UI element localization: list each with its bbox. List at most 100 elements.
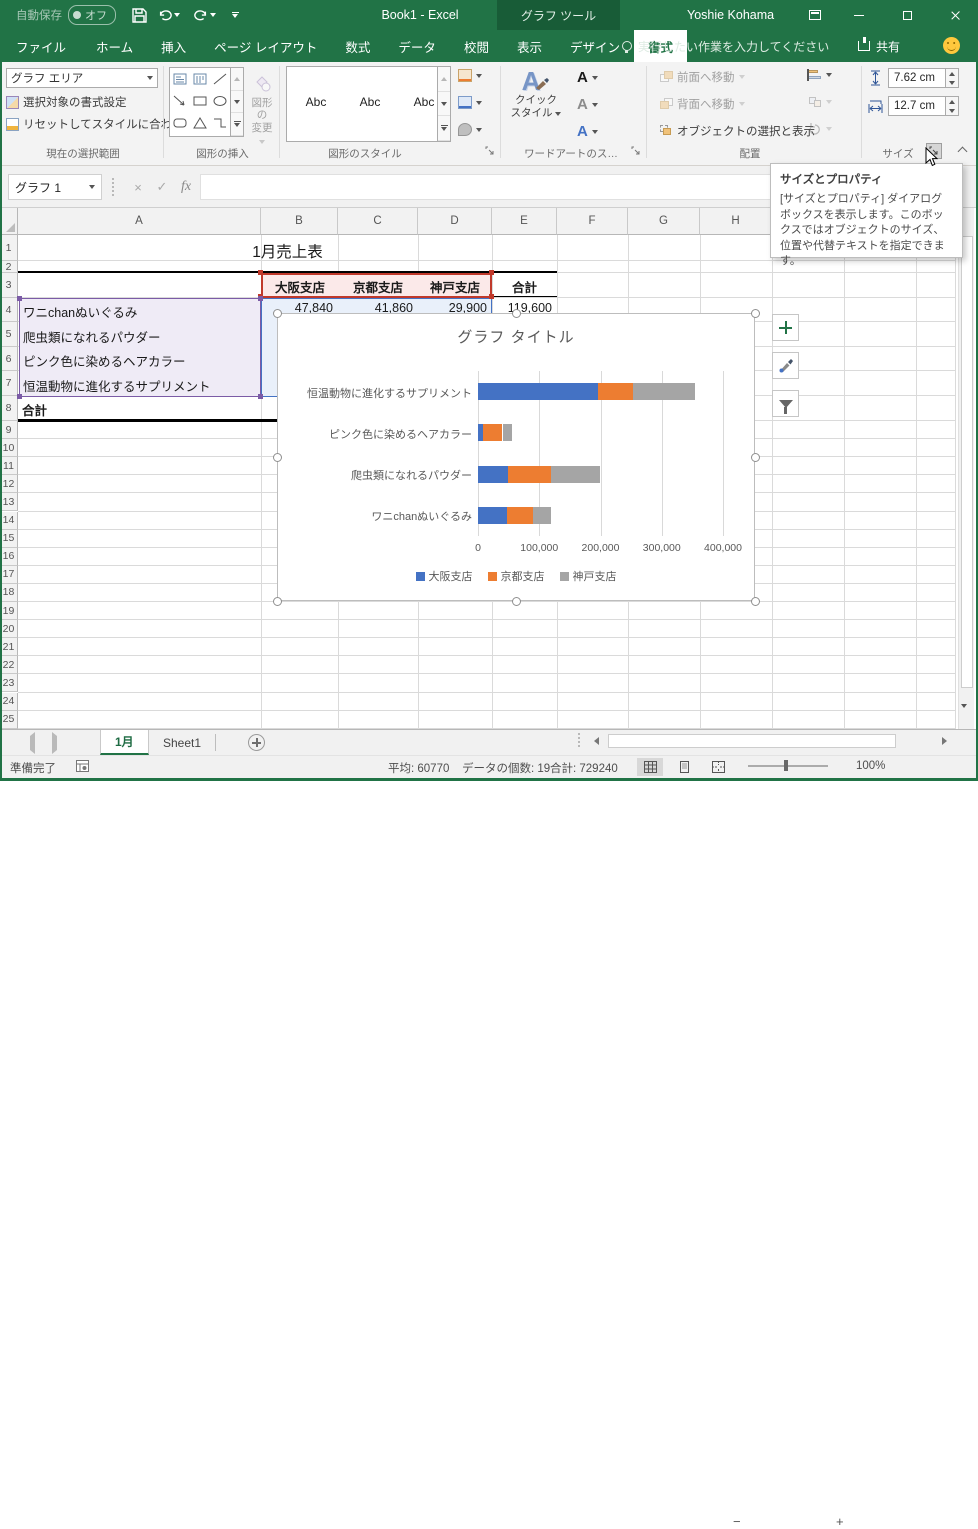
tab-data[interactable]: データ xyxy=(384,30,450,62)
shape-gallery-scroll[interactable] xyxy=(230,67,244,137)
zoom-out-button[interactable]: − xyxy=(733,1514,741,1529)
row-header-14[interactable]: 14 xyxy=(0,511,18,530)
new-sheet-button[interactable] xyxy=(248,734,265,751)
ribbon-display-options-button[interactable] xyxy=(798,0,832,30)
column-header-H[interactable]: H xyxy=(700,208,772,235)
range-handle[interactable] xyxy=(17,394,22,399)
format-selection-button[interactable]: 選択対象の書式設定 xyxy=(6,94,127,110)
zoom-level[interactable]: 100% xyxy=(856,760,885,772)
maximize-button[interactable] xyxy=(890,0,924,30)
chart-resize-handle-w[interactable] xyxy=(272,452,282,462)
row-header-1[interactable]: 1 xyxy=(0,235,18,261)
chart-title[interactable]: グラフ タイトル xyxy=(278,326,754,347)
row-header-15[interactable]: 15 xyxy=(0,529,18,548)
bar-segment-神戸支店[interactable] xyxy=(550,465,601,483)
close-button[interactable] xyxy=(938,0,972,30)
shape-textbox-horizontal-icon[interactable] xyxy=(170,68,190,90)
bar-segment-京都支店[interactable] xyxy=(507,465,551,483)
shape-gallery[interactable] xyxy=(169,67,231,137)
sheet-tab-sheet1[interactable]: Sheet1 xyxy=(149,730,215,755)
shape-styles-scroll[interactable] xyxy=(437,66,451,142)
shape-rounded-rectangle-icon[interactable] xyxy=(170,112,190,134)
shape-gallery-more[interactable] xyxy=(231,113,243,137)
shape-textbox-vertical-icon[interactable] xyxy=(190,68,210,90)
range-handle[interactable] xyxy=(489,294,494,299)
horizontal-scroll-left-arrow[interactable] xyxy=(594,737,599,745)
chart-filters-button[interactable] xyxy=(772,390,799,417)
row-header-16[interactable]: 16 xyxy=(0,547,18,566)
cell-total-row-label[interactable]: 合計 xyxy=(22,400,47,419)
bar-segment-大阪支店[interactable] xyxy=(478,465,508,483)
row-header-25[interactable]: 25 xyxy=(0,710,18,729)
tab-view[interactable]: 表示 xyxy=(503,30,556,62)
autosave-toggle[interactable]: オフ xyxy=(68,5,116,25)
row-header-3[interactable]: 3 xyxy=(0,273,18,298)
shape-oval-icon[interactable] xyxy=(210,90,230,112)
shape-style-preset-2[interactable]: Abc xyxy=(347,80,393,124)
shape-style-preset-1[interactable]: Abc xyxy=(293,80,339,124)
insert-function-button[interactable]: fx xyxy=(174,174,198,200)
view-page-break-button[interactable] xyxy=(705,758,731,776)
shape-height-stepper[interactable] xyxy=(946,68,959,88)
tab-page-layout[interactable]: ページ レイアウト xyxy=(200,30,331,62)
tab-review[interactable]: 校閲 xyxy=(450,30,503,62)
range-handle[interactable] xyxy=(258,270,263,275)
text-effects-button[interactable]: A xyxy=(577,123,598,140)
chart-styles-button[interactable] xyxy=(772,352,799,379)
macro-record-icon[interactable] xyxy=(76,760,89,775)
shape-fill-button[interactable] xyxy=(458,69,482,82)
shape-height-input[interactable]: 7.62 cm xyxy=(888,68,946,88)
vertical-scroll-down-arrow[interactable] xyxy=(961,704,967,722)
cell-product-1[interactable]: ワニchanぬいぐるみ xyxy=(23,302,258,321)
tab-formulas[interactable]: 数式 xyxy=(331,30,384,62)
row-header-21[interactable]: 21 xyxy=(0,638,18,657)
shape-effects-button[interactable] xyxy=(458,123,482,136)
bar-segment-神戸支店[interactable] xyxy=(532,506,552,524)
chart-legend[interactable]: 大阪支店 京都支店 神戸支店 xyxy=(278,568,754,584)
row-header-8[interactable]: 8 xyxy=(0,396,18,421)
collapse-ribbon-button[interactable] xyxy=(956,146,968,157)
undo-dropdown-caret[interactable] xyxy=(174,13,180,17)
cell-header-kyoto[interactable]: 京都支店 xyxy=(340,277,416,296)
shape-elbow-connector-icon[interactable] xyxy=(210,112,230,134)
row-header-9[interactable]: 9 xyxy=(0,421,18,440)
row-header-6[interactable]: 6 xyxy=(0,347,18,371)
minimize-button[interactable] xyxy=(842,0,876,30)
shape-line-icon[interactable] xyxy=(210,68,230,90)
row-header-13[interactable]: 13 xyxy=(0,493,18,512)
shape-styles-scroll-up[interactable] xyxy=(438,67,450,92)
reset-to-match-style-button[interactable]: リセットしてスタイルに合わせる xyxy=(6,116,195,132)
cell-product-2[interactable]: 爬虫類になれるパウダー xyxy=(23,327,258,346)
sheet-nav-right-arrow[interactable] xyxy=(52,732,57,754)
vertical-scrollbar[interactable] xyxy=(958,208,974,729)
chart-element-selector[interactable]: グラフ エリア xyxy=(6,68,158,88)
shape-width-stepper[interactable] xyxy=(946,96,959,116)
shape-outline-button[interactable] xyxy=(458,96,482,109)
row-header-20[interactable]: 20 xyxy=(0,620,18,639)
legend-item[interactable]: 大阪支店 xyxy=(415,568,473,584)
bar-segment-京都支店[interactable] xyxy=(507,506,533,524)
selection-pane-button[interactable]: オブジェクトの選択と表示 xyxy=(660,123,815,139)
shape-triangle-icon[interactable] xyxy=(190,112,210,134)
row-header-7[interactable]: 7 xyxy=(0,371,18,396)
chart-resize-handle-se[interactable] xyxy=(750,596,760,606)
horizontal-scroll-right-arrow[interactable] xyxy=(942,737,947,745)
save-button[interactable] xyxy=(128,4,150,26)
row-header-24[interactable]: 24 xyxy=(0,692,18,711)
shape-gallery-scroll-up[interactable] xyxy=(231,68,243,91)
status-count[interactable]: データの個数: 19 xyxy=(462,760,550,776)
bar-segment-神戸支店[interactable] xyxy=(502,424,512,442)
quick-styles-button[interactable]: A クイック スタイル xyxy=(508,68,564,119)
customize-qat-button[interactable] xyxy=(224,4,246,26)
range-handle[interactable] xyxy=(258,394,263,399)
tab-home[interactable]: ホーム xyxy=(82,30,147,62)
feedback-smiley-icon[interactable] xyxy=(943,37,960,54)
sheet-tab-jan[interactable]: 1月 xyxy=(100,730,149,755)
shape-styles-dialog-launcher[interactable] xyxy=(483,144,497,158)
redo-button[interactable] xyxy=(194,4,216,26)
row-header-5[interactable]: 5 xyxy=(0,322,18,347)
row-header-17[interactable]: 17 xyxy=(0,565,18,584)
row-header-4[interactable]: 4 xyxy=(0,298,18,322)
column-header-C[interactable]: C xyxy=(338,208,418,235)
legend-item[interactable]: 神戸支店 xyxy=(559,568,617,584)
